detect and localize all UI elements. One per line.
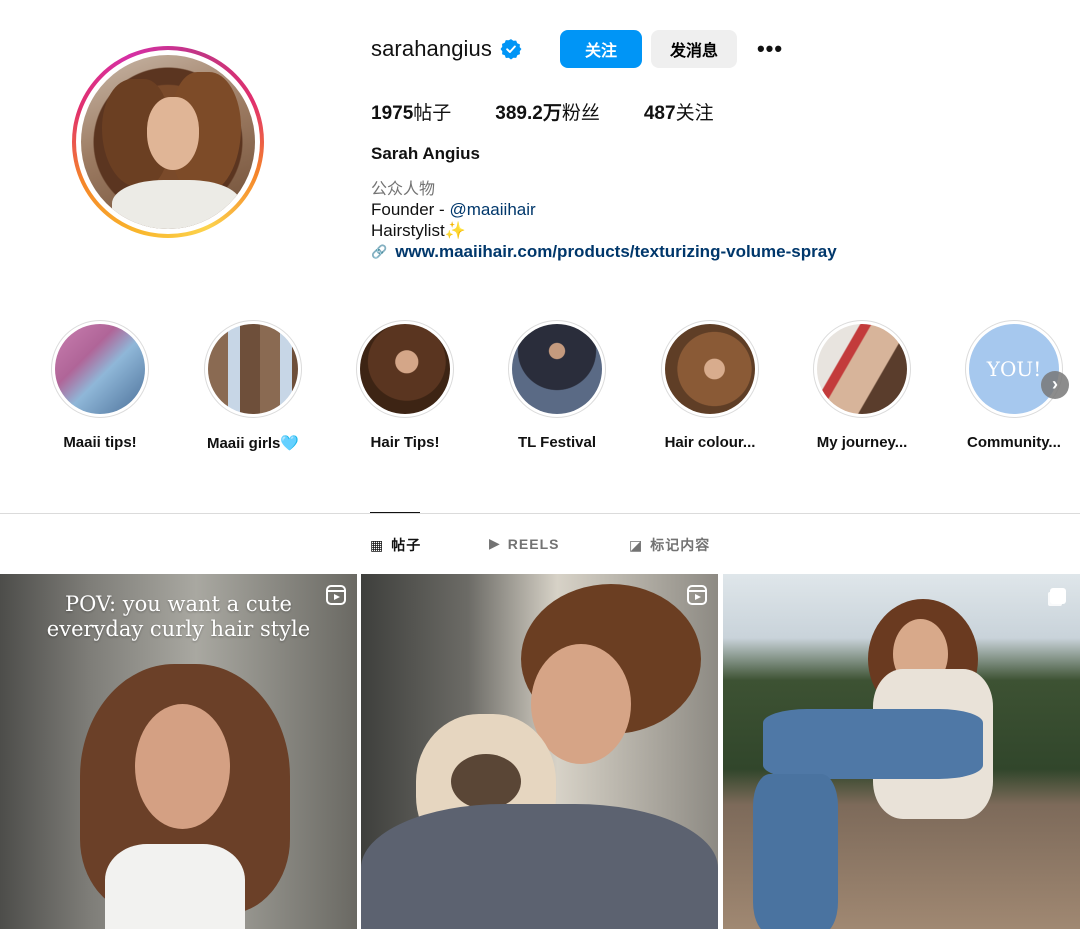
profile-tabs: ▦ 帖子 ▶ REELS ◪ 标记内容 bbox=[0, 535, 1080, 555]
tab-reels[interactable]: ▶ REELS bbox=[489, 535, 559, 552]
highlight-item[interactable]: Maaii tips! bbox=[30, 320, 170, 451]
tab-tagged[interactable]: ◪ 标记内容 bbox=[629, 535, 710, 555]
highlight-item[interactable]: Maaii girls🩵 bbox=[183, 320, 323, 452]
carousel-icon bbox=[1050, 588, 1066, 604]
profile-header-row: sarahangius 关注 发消息 ••• bbox=[371, 30, 783, 68]
posts-grid: POV: you want a cute everyday curly hair… bbox=[0, 574, 1080, 929]
highlight-item[interactable]: TL Festival bbox=[487, 320, 627, 451]
highlight-label: Maaii tips! bbox=[63, 434, 137, 451]
tab-posts[interactable]: ▦ 帖子 bbox=[370, 535, 421, 555]
tabs-divider bbox=[0, 513, 1080, 514]
highlight-item[interactable]: Hair colour... bbox=[640, 320, 780, 451]
followers-count[interactable]: 389.2万粉丝 bbox=[495, 98, 600, 125]
posts-count[interactable]: 1975帖子 bbox=[371, 98, 451, 125]
message-button[interactable]: 发消息 bbox=[650, 30, 737, 68]
reel-icon bbox=[687, 585, 707, 605]
highlight-cover: YOU! bbox=[969, 324, 1059, 414]
following-count[interactable]: 487关注 bbox=[644, 98, 714, 125]
story-highlights: Maaii tips! Maaii girls🩵 Hair Tips! TL F… bbox=[50, 320, 1080, 460]
profile-avatar-ring[interactable] bbox=[72, 46, 264, 238]
post-tile[interactable]: POV: you want a cute everyday curly hair… bbox=[0, 574, 357, 929]
profile-avatar bbox=[81, 55, 255, 229]
post-tile[interactable] bbox=[361, 574, 718, 929]
highlight-label: My journey... bbox=[816, 434, 908, 451]
post-caption: POV: you want a cute everyday curly hair… bbox=[46, 592, 311, 641]
active-tab-indicator bbox=[370, 512, 420, 513]
username: sarahangius bbox=[371, 36, 492, 61]
bio-line-2: Hairstylist✨ bbox=[371, 221, 466, 240]
website-url[interactable]: www.maaiihair.com/products/texturizing-v… bbox=[395, 241, 836, 262]
highlight-cover bbox=[665, 324, 755, 414]
highlight-label: TL Festival bbox=[517, 434, 597, 451]
chevron-right-icon[interactable]: › bbox=[1041, 371, 1069, 399]
highlight-cover bbox=[817, 324, 907, 414]
highlight-cover bbox=[55, 324, 145, 414]
tagged-icon: ◪ bbox=[629, 536, 644, 553]
more-options-icon[interactable]: ••• bbox=[757, 38, 783, 60]
link-icon: 🔗 bbox=[371, 244, 388, 259]
follow-button[interactable]: 关注 bbox=[559, 30, 642, 68]
website-link[interactable]: 🔗 www.maaiihair.com/products/texturizing… bbox=[371, 241, 837, 262]
profile-bio: 公众人物 Founder - @maaiihair Hairstylist✨ 🔗… bbox=[371, 178, 837, 262]
highlight-cover bbox=[512, 324, 602, 414]
profile-category: 公众人物 bbox=[371, 179, 436, 198]
highlight-item[interactable]: My journey... bbox=[792, 320, 932, 451]
highlight-item[interactable]: Hair Tips! bbox=[335, 320, 475, 451]
highlight-cover bbox=[208, 324, 298, 414]
bio-line-1: Founder - @maaiihair bbox=[371, 200, 536, 219]
post-tile[interactable] bbox=[723, 574, 1080, 929]
full-name: Sarah Angius bbox=[371, 144, 480, 163]
grid-icon: ▦ bbox=[370, 536, 385, 553]
bio-mention-link[interactable]: @maaiihair bbox=[449, 200, 535, 219]
highlight-label: Hair Tips! bbox=[370, 434, 440, 451]
reels-icon: ▶ bbox=[489, 535, 501, 551]
highlight-label: Maaii girls🩵 bbox=[206, 435, 300, 452]
highlight-label: Hair colour... bbox=[664, 434, 756, 451]
verified-badge-icon bbox=[500, 39, 522, 60]
highlight-label: Community... bbox=[967, 434, 1061, 451]
profile-stats: 1975帖子 389.2万粉丝 487关注 bbox=[371, 98, 758, 125]
highlight-cover bbox=[360, 324, 450, 414]
reel-icon bbox=[326, 585, 346, 605]
